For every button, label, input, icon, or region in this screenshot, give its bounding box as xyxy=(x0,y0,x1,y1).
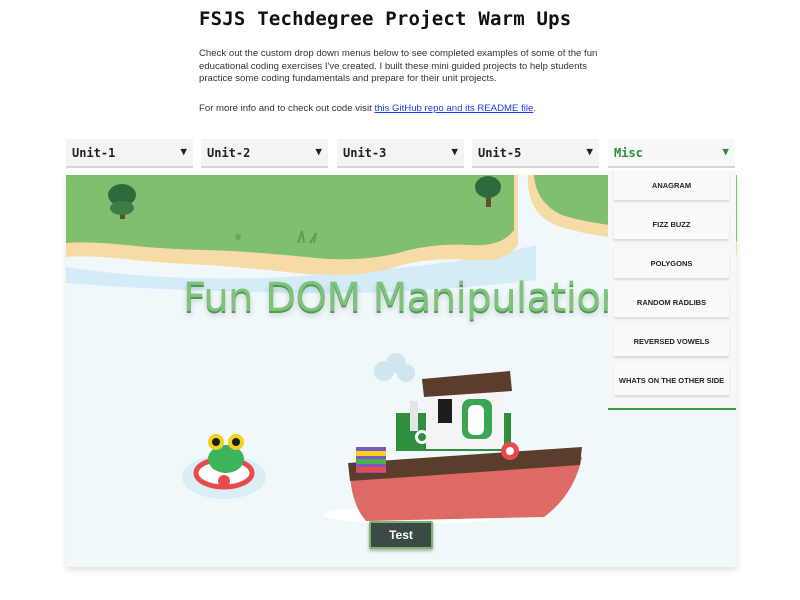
menu-item-whats-on-the-other-side[interactable]: WHATS ON THE OTHER SIDE xyxy=(614,365,729,395)
info-text: For more info and to check out code visi… xyxy=(199,103,536,115)
scene-heading: Fun DOM Manipulation xyxy=(183,275,626,321)
menu-item-reversed-vowels[interactable]: REVERSED VOWELS xyxy=(614,326,729,356)
menu-item-anagram[interactable]: ANAGRAM xyxy=(614,170,729,200)
frog-illustration xyxy=(182,434,266,499)
caret-down-icon: ▼ xyxy=(180,145,187,158)
menu-item-polygons[interactable]: POLYGONS xyxy=(614,248,729,278)
dropdown-unit-1[interactable]: Unit-1 ▼ xyxy=(66,139,193,168)
caret-down-icon: ▼ xyxy=(451,145,458,158)
menu-item-fizz-buzz[interactable]: FIZZ BUZZ xyxy=(614,209,729,239)
dropdown-unit-5[interactable]: Unit-5 ▼ xyxy=(472,139,599,168)
menu-item-random-radlibs[interactable]: RANDOM RADLIBS xyxy=(614,287,729,317)
dropdown-label: Unit-1 xyxy=(72,146,116,160)
test-button[interactable]: Test xyxy=(369,521,433,549)
dropdown-misc[interactable]: Misc ▼ xyxy=(608,139,735,168)
dropdown-label: Unit-3 xyxy=(343,146,387,160)
page-title: FSJS Techdegree Project Warm Ups xyxy=(199,8,572,30)
info-prefix: For more info and to check out code visi… xyxy=(199,103,375,114)
caret-down-icon: ▼ xyxy=(722,145,729,158)
dropdown-unit-3[interactable]: Unit-3 ▼ xyxy=(337,139,464,168)
dropdown-label: Misc xyxy=(614,146,643,160)
tugboat-illustration xyxy=(324,371,582,524)
caret-down-icon: ▼ xyxy=(315,145,322,158)
misc-dropdown-menu: ANAGRAM FIZZ BUZZ POLYGONS RANDOM RADLIB… xyxy=(608,170,736,410)
dropdown-label: Unit-2 xyxy=(207,146,251,160)
info-suffix: . xyxy=(533,103,537,114)
intro-text: Check out the custom drop down menus bel… xyxy=(199,48,598,84)
github-readme-link[interactable]: this GitHub repo and its README file xyxy=(374,103,533,114)
dropdown-label: Unit-5 xyxy=(478,146,522,160)
dropdown-unit-2[interactable]: Unit-2 ▼ xyxy=(201,139,328,168)
cloud xyxy=(374,353,415,382)
caret-down-icon: ▼ xyxy=(586,145,593,158)
